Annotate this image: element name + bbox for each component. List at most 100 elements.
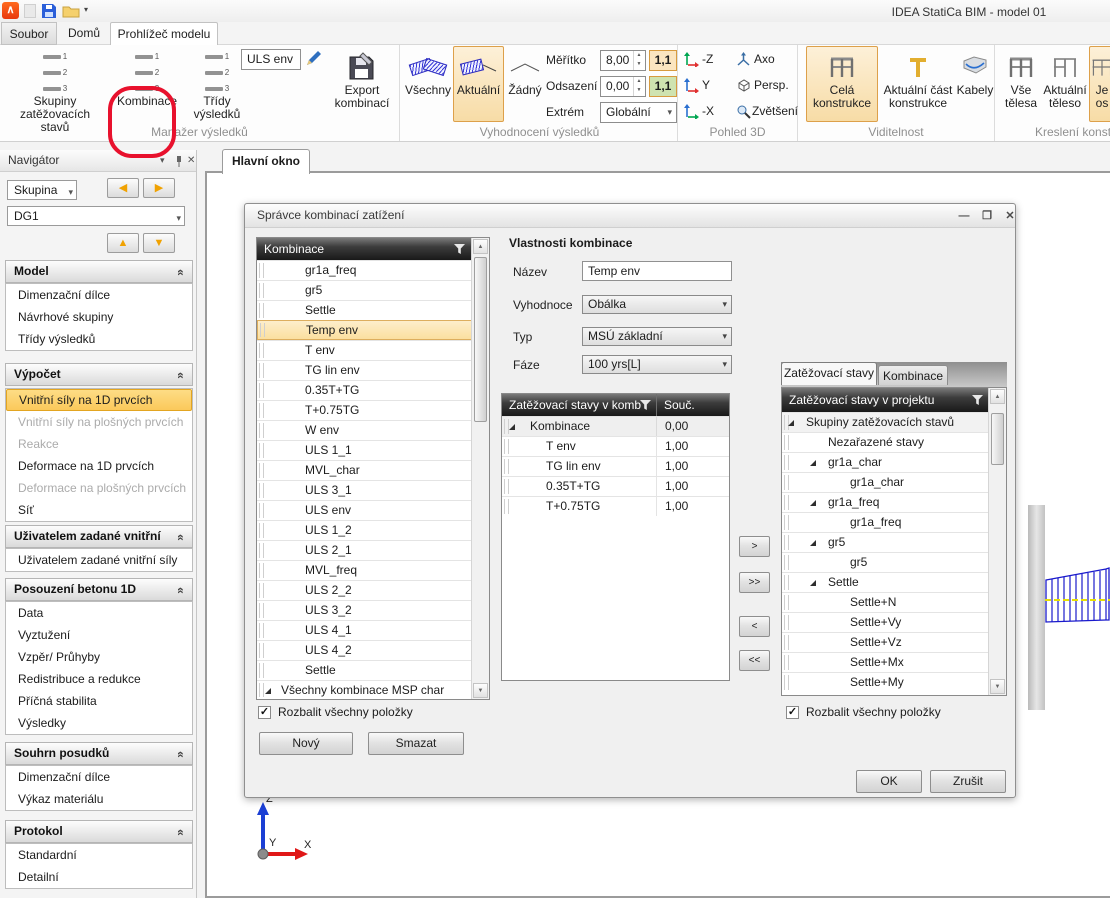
nav-item-dimenzacni-dilce[interactable]: Dimenzační dílce [6,284,192,306]
project-table-scrollbar[interactable]: ▲ ▼ [988,388,1006,695]
cancel-button[interactable]: Zrušit [930,770,1006,793]
combination-list-item[interactable]: ULS 2_2 [257,580,473,600]
vse-telesa-button[interactable]: Vše tělesa [1001,46,1041,122]
view-y-button[interactable]: Y [702,75,710,95]
scroll-down-icon[interactable]: ▼ [473,683,488,698]
expand-all-right-checkbox[interactable] [786,706,799,719]
nav-item-vykaz-materialu[interactable]: Výkaz materiálu [6,788,192,810]
nav-item-redistribuce[interactable]: Redistribuce a redukce [6,668,192,690]
close-icon[interactable]: ✕ [1001,210,1019,223]
nav-item-sit[interactable]: Síť [6,499,192,521]
project-tree-row[interactable]: Settle+Mx [782,652,990,672]
scroll-up-icon[interactable]: ▲ [990,389,1005,404]
filter-icon[interactable] [972,395,983,405]
expand-triangle-icon[interactable] [810,540,816,546]
nav-item-vyztuzeni[interactable]: Vyztužení [6,624,192,646]
nav-item-vzper-pruhyby[interactable]: Vzpěr/ Průhyby [6,646,192,668]
combination-list-item[interactable]: ULS 1_2 [257,520,473,540]
vsechny-button[interactable]: Všechny [404,46,452,122]
kabely-button[interactable]: Kabely [956,46,994,122]
project-tree-row[interactable]: Nezařazené stavy [782,432,990,452]
transfer-remove-button[interactable]: < [739,616,770,637]
next-arrow-button[interactable]: ▶ [143,178,175,198]
scroll-down-icon[interactable]: ▼ [990,679,1005,694]
persp-button[interactable]: Persp. [754,75,789,95]
project-tree-row[interactable]: gr5 [782,532,990,552]
nav-item-vysledky[interactable]: Výsledky [6,712,192,734]
project-tree-row[interactable]: gr1a_freq [782,512,990,532]
maximize-icon[interactable]: ❐ [978,210,996,223]
extrem-dropdown[interactable]: Globální▾ [600,102,677,123]
vyhodnoceni-dropdown[interactable]: Obálka▾ [582,295,732,314]
zvetseni-button[interactable]: Zvětšení [752,101,798,121]
project-tree-row[interactable]: Settle+Vz [782,632,990,652]
combination-list-item[interactable]: Settle [257,300,473,320]
combination-list-item[interactable]: ULS 3_2 [257,600,473,620]
nav-item-data[interactable]: Data [6,602,192,624]
combination-list-item[interactable]: MVL_freq [257,560,473,580]
tab-zatezovaci-stavy[interactable]: Zatěžovací stavy [781,362,877,385]
transfer-add-button[interactable]: > [739,536,770,557]
section-header-uzivatelem-zadane[interactable]: Uživatelem zadané vnitřní« [5,525,193,548]
dialog-titlebar[interactable]: Správce kombinací zatížení — ❐ ✕ [245,204,1015,228]
project-tree-row[interactable]: Settle+Vy [782,612,990,632]
scrollbar-thumb[interactable] [474,257,487,422]
typ-dropdown[interactable]: MSÚ základní▾ [582,327,732,346]
tab-soubor[interactable]: Soubor [1,22,57,45]
new-file-icon[interactable] [24,4,36,18]
combination-list-item[interactable]: gr1a_freq [257,260,473,280]
project-tree-row[interactable]: Settle+N [782,592,990,612]
nav-item-standardni[interactable]: Standardní [6,844,192,866]
combination-list-item[interactable]: MVL_char [257,460,473,480]
combo-content-coef-header[interactable]: Souč. [656,394,729,416]
combination-list-item[interactable]: W env [257,420,473,440]
combination-list-item[interactable]: ULS 1_1 [257,440,473,460]
export-kombinaci-button[interactable]: Export kombinací [326,46,398,122]
combo-content-row[interactable]: T+0.75TG1,00 [502,496,729,516]
transfer-remove-all-button[interactable]: << [739,650,770,671]
expand-all-left-checkbox[interactable] [258,706,271,719]
project-tree-row[interactable]: Settle+My [782,672,990,692]
tab-domu[interactable]: Domů [60,22,108,45]
expand-triangle-icon[interactable] [810,500,816,506]
axo-button[interactable]: Axo [754,49,775,69]
scroll-up-icon[interactable]: ▲ [473,239,488,254]
view-minus-z-button[interactable]: -Z [702,49,713,69]
save-icon[interactable] [41,2,57,19]
tab-kombinace[interactable]: Kombinace [878,365,948,385]
section-header-protokol[interactable]: Protokol« [5,820,193,843]
combination-list-item[interactable]: T env [257,340,473,360]
edit-pencil-icon[interactable] [305,49,323,67]
combo-content-name-header[interactable]: Zatěžovací stavy v komb [502,394,656,416]
project-tree-row[interactable]: Settle [782,572,990,592]
prev-arrow-button[interactable]: ◀ [107,178,139,198]
combination-list-item[interactable]: T+0.75TG [257,400,473,420]
pin-icon[interactable] [174,155,184,168]
nav-item-vnitrni-sily-1d[interactable]: Vnitřní síly na 1D prvcích [6,389,192,411]
result-class-box[interactable]: ULS env [241,49,301,70]
combination-list-item[interactable]: ULS env [257,500,473,520]
filter-icon[interactable] [640,400,651,410]
project-tree-row[interactable]: gr1a_char [782,452,990,472]
project-table-header[interactable]: Zatěžovací stavy v projektu [782,388,990,412]
project-tree-row[interactable]: gr5 [782,552,990,572]
navigator-dropdown-icon[interactable]: ▾ [160,150,165,171]
filter-icon[interactable] [454,244,465,254]
combination-list-item[interactable]: 0.35T+TG [257,380,473,400]
combination-list-item[interactable]: TG lin env [257,360,473,380]
spinner-arrows-icon[interactable]: ▲▼ [633,77,644,96]
zadny-button[interactable]: Žádný [505,46,545,122]
combination-group-row[interactable]: Všechny kombinace MSP char [257,680,473,699]
nav-item-deformace-1d[interactable]: Deformace na 1D prvcích [6,455,192,477]
combination-list-item-selected[interactable]: Temp env [257,320,473,340]
expand-triangle-icon[interactable] [788,420,794,426]
combinations-scrollbar[interactable]: ▲ ▼ [471,238,489,699]
tridy-vysledku-button[interactable]: Třídy výsledků [188,46,246,122]
nav-item-tridy-vysledku[interactable]: Třídy výsledků [6,328,192,350]
meritko-spinner[interactable]: 8,00▲▼ [600,50,646,71]
expand-triangle-icon[interactable] [509,424,515,430]
delete-button[interactable]: Smazat [368,732,464,755]
qat-dropdown-caret-icon[interactable]: ▾ [84,5,88,14]
jen-osy-button[interactable]: Je os [1089,46,1110,122]
design-group-dropdown[interactable]: DG1▾ [7,206,185,226]
